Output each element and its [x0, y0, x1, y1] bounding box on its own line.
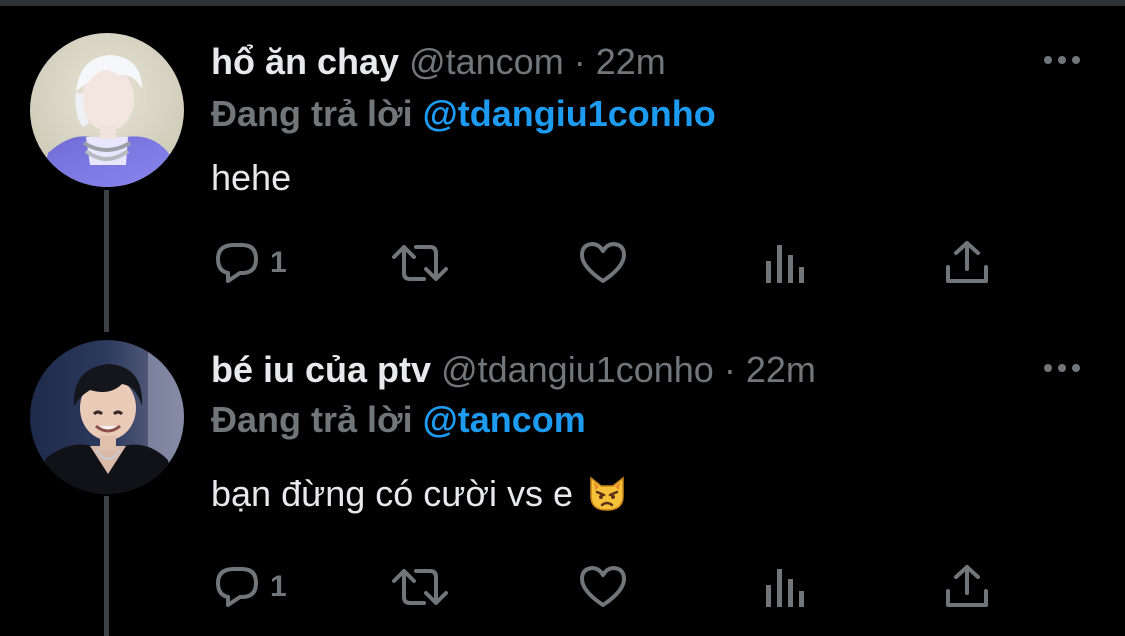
- reply-count: 1: [270, 570, 287, 603]
- heart-icon: [580, 566, 626, 607]
- reply-icon: [216, 567, 258, 607]
- like-button[interactable]: [578, 562, 628, 612]
- like-button[interactable]: [578, 238, 628, 288]
- display-name[interactable]: hổ ăn chay: [211, 41, 399, 82]
- tweet-1[interactable]: hổ ăn chay @tancom · 22m Đang trả lời @t…: [0, 0, 1125, 300]
- more-options-button[interactable]: [1042, 356, 1082, 380]
- more-options-button[interactable]: [1042, 48, 1082, 72]
- share-button[interactable]: [944, 238, 990, 288]
- avatar-photo: [30, 340, 184, 494]
- avatar[interactable]: [30, 33, 184, 187]
- tweet-header: bé iu của ptv @tdangiu1conho · 22m: [211, 346, 816, 394]
- views-icon: [766, 569, 804, 607]
- replying-to-handle-link[interactable]: @tancom: [423, 399, 586, 440]
- share-icon: [946, 241, 988, 283]
- reply-count: 1: [270, 246, 287, 279]
- user-handle[interactable]: @tdangiu1conho: [441, 349, 714, 390]
- separator-dot: ·: [573, 41, 586, 82]
- display-name[interactable]: bé iu của ptv: [211, 349, 431, 390]
- timestamp[interactable]: 22m: [746, 349, 816, 390]
- user-handle[interactable]: @tancom: [409, 41, 564, 82]
- action-bar: 1: [0, 238, 1125, 288]
- tweet-header: hổ ăn chay @tancom · 22m: [211, 38, 666, 86]
- share-icon: [946, 565, 988, 607]
- replying-to-label: Đang trả lời: [211, 93, 413, 134]
- more-horizontal-icon: [1044, 56, 1080, 64]
- retweet-button[interactable]: [390, 562, 450, 612]
- tweet-text-content: bạn đừng có cười vs e: [211, 473, 573, 514]
- pouting-cat-face-icon: [590, 476, 624, 511]
- reply-button[interactable]: 1: [214, 238, 287, 288]
- action-bar: 1: [0, 562, 1125, 612]
- tweet-text: bạn đừng có cười vs e: [211, 470, 627, 524]
- avatar-photo: [30, 33, 184, 187]
- replying-to: Đang trả lời @tancom: [211, 396, 586, 444]
- avatar[interactable]: [30, 340, 184, 494]
- replying-to-handle-link[interactable]: @tdangiu1conho: [423, 93, 716, 134]
- views-button[interactable]: [764, 562, 808, 612]
- replying-to: Đang trả lời @tdangiu1conho: [211, 90, 716, 138]
- pouting-cat-emoji: [587, 474, 627, 524]
- separator-dot: ·: [723, 349, 736, 390]
- share-button[interactable]: [944, 562, 990, 612]
- tweet-text-content: hehe: [211, 157, 292, 198]
- more-horizontal-icon: [1044, 364, 1080, 372]
- views-button[interactable]: [764, 238, 808, 288]
- retweet-icon: [392, 569, 448, 605]
- retweet-icon: [392, 245, 448, 281]
- views-icon: [766, 245, 804, 283]
- reply-icon: [216, 243, 258, 283]
- reply-button[interactable]: 1: [214, 562, 287, 612]
- retweet-button[interactable]: [390, 238, 450, 288]
- timestamp[interactable]: 22m: [596, 41, 666, 82]
- tweet-2[interactable]: bé iu của ptv @tdangiu1conho · 22m Đang …: [0, 308, 1125, 608]
- tweet-text: hehe: [211, 154, 291, 202]
- heart-icon: [580, 242, 626, 283]
- replying-to-label: Đang trả lời: [211, 399, 413, 440]
